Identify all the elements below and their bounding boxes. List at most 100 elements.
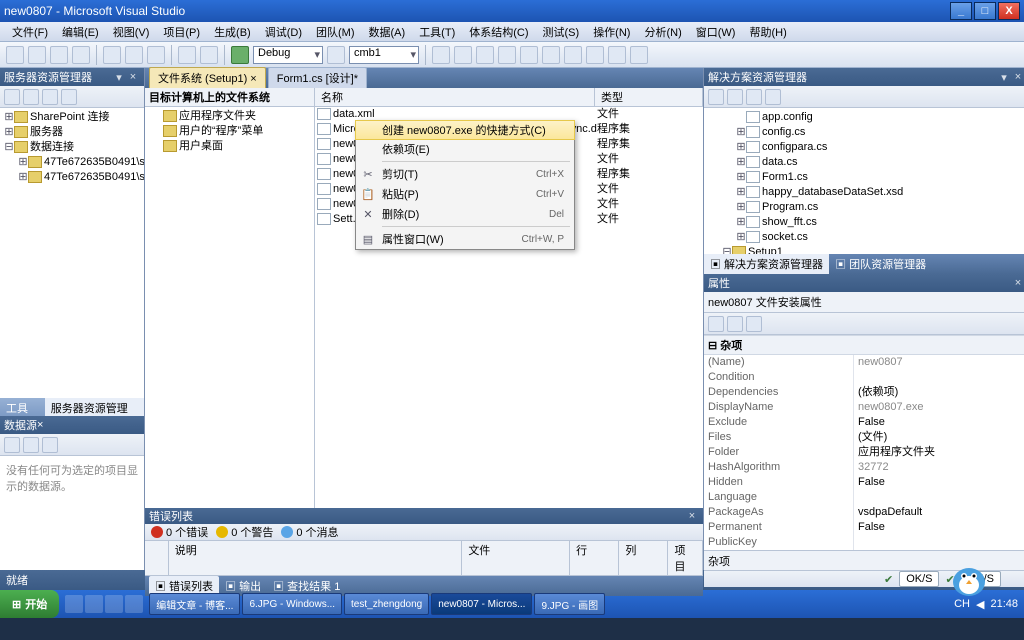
- folder-node[interactable]: 应用程序文件夹: [149, 109, 310, 124]
- context-menu-item[interactable]: 创建 new0807.exe 的快捷方式(C): [355, 120, 575, 140]
- menu-item[interactable]: 数据(A): [363, 22, 412, 42]
- error-filter[interactable]: 0 个警告: [216, 524, 273, 540]
- tb-icon[interactable]: [454, 46, 472, 64]
- menu-item[interactable]: 工具(T): [413, 22, 461, 42]
- menu-item[interactable]: 分析(N): [638, 22, 687, 42]
- home-icon[interactable]: [708, 89, 724, 105]
- undo-icon[interactable]: [178, 46, 196, 64]
- ql-icon[interactable]: [105, 595, 123, 613]
- error-filter[interactable]: 0 个消息: [281, 524, 338, 540]
- tb-icon[interactable]: [432, 46, 450, 64]
- col-name[interactable]: 名称: [315, 88, 595, 106]
- solution-node[interactable]: ⊞socket.cs: [708, 230, 1024, 245]
- context-menu-item[interactable]: ✂剪切(T)Ctrl+X: [356, 164, 574, 184]
- property-row[interactable]: ExcludeFalse: [704, 415, 1024, 430]
- tb-icon[interactable]: [520, 46, 538, 64]
- tb-icon[interactable]: [630, 46, 648, 64]
- menu-item[interactable]: 体系结构(C): [463, 22, 534, 42]
- menu-item[interactable]: 团队(M): [310, 22, 361, 42]
- menu-item[interactable]: 项目(P): [157, 22, 206, 42]
- right-panel-tabs[interactable]: ▣ 解决方案资源管理器▣ 团队资源管理器: [704, 254, 1024, 274]
- props-icon[interactable]: [746, 316, 762, 332]
- tree-node[interactable]: ⊞47Te672635B0491\sqlexp: [4, 155, 140, 170]
- error-col[interactable]: [145, 541, 169, 575]
- refresh-icon[interactable]: [4, 89, 20, 105]
- property-row[interactable]: DisplayNamenew0807.exe: [704, 400, 1024, 415]
- property-row[interactable]: Dependencies(依赖项): [704, 385, 1024, 400]
- menu-item[interactable]: 编辑(E): [56, 22, 105, 42]
- taskbar-tasks[interactable]: 编辑文章 - 博客...6.JPG - Windows...test_zheng…: [149, 593, 605, 615]
- folder-node[interactable]: 用户桌面: [149, 139, 310, 154]
- tree-node[interactable]: ⊟数据连接: [4, 140, 140, 155]
- system-tray[interactable]: CH ◀ 21:48: [948, 598, 1024, 611]
- document-tab[interactable]: 文件系统 (Setup1) ×: [149, 67, 266, 88]
- document-tab[interactable]: Form1.cs [设计]*: [268, 67, 367, 88]
- close-icon[interactable]: ×: [37, 419, 43, 431]
- property-row[interactable]: (Name)new0807: [704, 355, 1024, 370]
- error-col[interactable]: 列: [619, 541, 668, 575]
- menubar[interactable]: 文件(F)编辑(E)视图(V)项目(P)生成(B)调试(D)团队(M)数据(A)…: [0, 22, 1024, 42]
- platform-icon[interactable]: [327, 46, 345, 64]
- left-panel-tabs[interactable]: 工具箱服务器资源管理器: [0, 398, 144, 416]
- col-type[interactable]: 类型: [595, 88, 703, 106]
- refresh-icon[interactable]: [727, 89, 743, 105]
- pin-icon[interactable]: ▾: [112, 71, 126, 84]
- solution-node[interactable]: ⊞show_fft.cs: [708, 215, 1024, 230]
- taskbar-task[interactable]: new0807 - Micros...: [431, 593, 532, 615]
- solution-node[interactable]: app.config: [708, 110, 1024, 125]
- context-menu-item[interactable]: 依赖项(E): [356, 139, 574, 159]
- tree-node[interactable]: ⊞SharePoint 连接: [4, 110, 140, 125]
- ok-button[interactable]: OK/S: [899, 571, 939, 587]
- window-min-button[interactable]: _: [950, 2, 972, 20]
- showall-icon[interactable]: [746, 89, 762, 105]
- close-icon[interactable]: ×: [685, 510, 699, 522]
- server-explorer-tree[interactable]: ⊞SharePoint 连接⊞服务器⊟数据连接⊞47Te672635B0491\…: [0, 108, 144, 398]
- panel-tab[interactable]: ▣ 解决方案资源管理器: [704, 254, 829, 274]
- property-row[interactable]: Files(文件): [704, 430, 1024, 445]
- connect-icon[interactable]: [23, 89, 39, 105]
- property-row[interactable]: Folder应用程序文件夹: [704, 445, 1024, 460]
- ql-icon[interactable]: [65, 595, 83, 613]
- property-row[interactable]: Condition: [704, 370, 1024, 385]
- tree-node[interactable]: ⊞服务器: [4, 125, 140, 140]
- ql-icon[interactable]: [125, 595, 143, 613]
- property-row[interactable]: HashAlgorithm32772: [704, 460, 1024, 475]
- context-menu-item[interactable]: ✕删除(D)Del: [356, 204, 574, 224]
- solution-node[interactable]: ⊞Form1.cs: [708, 170, 1024, 185]
- window-max-button[interactable]: □: [974, 2, 996, 20]
- copy-icon[interactable]: [125, 46, 143, 64]
- redo-icon[interactable]: [200, 46, 218, 64]
- open-icon[interactable]: [28, 46, 46, 64]
- start-debug-icon[interactable]: [231, 46, 249, 64]
- ok-button[interactable]: OK/S: [961, 571, 1001, 587]
- alpha-icon[interactable]: [727, 316, 743, 332]
- stop-icon[interactable]: [42, 89, 58, 105]
- tb-icon[interactable]: [564, 46, 582, 64]
- panel-tab[interactable]: 服务器资源管理器: [45, 398, 144, 416]
- ql-icon[interactable]: [85, 595, 103, 613]
- properties-object[interactable]: new0807 文件安装属性: [704, 292, 1024, 313]
- property-row[interactable]: PackageAsvsdpaDefault: [704, 505, 1024, 520]
- close-icon[interactable]: ×: [1011, 277, 1024, 289]
- menu-item[interactable]: 操作(N): [587, 22, 636, 42]
- menu-item[interactable]: 生成(B): [208, 22, 257, 42]
- property-row[interactable]: HiddenFalse: [704, 475, 1024, 490]
- tb-icon[interactable]: [542, 46, 560, 64]
- ds-icon[interactable]: [42, 437, 58, 453]
- solution-node[interactable]: ⊟Setup1: [708, 245, 1024, 254]
- taskbar-task[interactable]: 6.JPG - Windows...: [242, 593, 342, 615]
- menu-item[interactable]: 视图(V): [107, 22, 156, 42]
- panel-tab[interactable]: ▣ 团队资源管理器: [829, 254, 932, 274]
- solution-node[interactable]: ⊞configpara.cs: [708, 140, 1024, 155]
- solution-node[interactable]: ⊞config.cs: [708, 125, 1024, 140]
- error-list-filters[interactable]: 0 个错误0 个警告0 个消息: [145, 524, 703, 541]
- config-combo[interactable]: Debug: [253, 46, 323, 64]
- close-icon[interactable]: ×: [126, 71, 140, 83]
- document-tabs[interactable]: 文件系统 (Setup1) ×Form1.cs [设计]*: [145, 68, 703, 88]
- solution-explorer-tree[interactable]: app.config⊞config.cs⊞configpara.cs⊞data.…: [704, 108, 1024, 254]
- add-icon[interactable]: [61, 89, 77, 105]
- paste-icon[interactable]: [147, 46, 165, 64]
- close-icon[interactable]: ×: [1011, 71, 1024, 83]
- taskbar-task[interactable]: 9.JPG - 画图: [534, 593, 605, 615]
- tb-icon[interactable]: [608, 46, 626, 64]
